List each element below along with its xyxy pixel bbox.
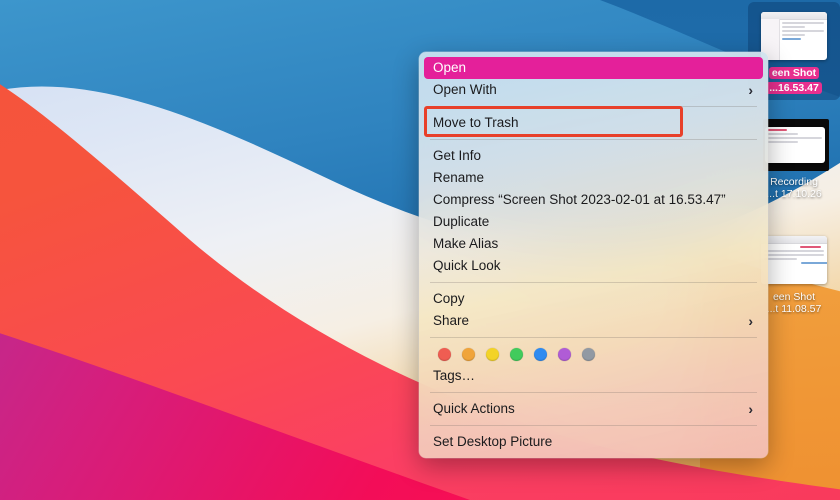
- menu-item-label: Share: [433, 313, 470, 328]
- desktop-icon-label-line1: Recording: [770, 176, 818, 188]
- menu-item-tags[interactable]: Tags…: [424, 365, 763, 387]
- menu-item-label: Quick Look: [433, 258, 501, 273]
- menu-item-quick-actions[interactable]: Quick Actions ›: [424, 398, 763, 420]
- tag-red-dot[interactable]: [438, 347, 451, 361]
- tag-green-dot[interactable]: [510, 347, 523, 361]
- desktop-screen: een Shot ...16.53.47 Recording ...t 17.1…: [0, 0, 840, 500]
- menu-item-label: Compress “Screen Shot 2023-02-01 at 16.5…: [433, 192, 726, 207]
- menu-item-label: Copy: [433, 291, 465, 306]
- desktop-icon-label-line2: ...16.53.47: [766, 82, 822, 94]
- menu-item-get-info[interactable]: Get Info: [424, 145, 763, 167]
- menu-item-share[interactable]: Share ›: [424, 310, 763, 332]
- menu-separator: [430, 425, 757, 426]
- menu-item-set-desktop-picture[interactable]: Set Desktop Picture: [424, 431, 763, 453]
- file-thumbnail-icon: [757, 117, 831, 173]
- menu-item-make-alias[interactable]: Make Alias: [424, 233, 763, 255]
- menu-item-label: Set Desktop Picture: [433, 434, 553, 449]
- menu-item-label: Move to Trash: [433, 115, 519, 130]
- menu-item-copy[interactable]: Copy: [424, 288, 763, 310]
- chevron-right-icon: ›: [748, 82, 753, 98]
- menu-separator: [430, 337, 757, 338]
- menu-separator: [430, 139, 757, 140]
- tag-yellow-dot[interactable]: [486, 347, 499, 361]
- menu-item-open[interactable]: Open: [424, 57, 763, 79]
- menu-item-compress[interactable]: Compress “Screen Shot 2023-02-01 at 16.5…: [424, 189, 763, 211]
- menu-item-label: Get Info: [433, 148, 482, 163]
- menu-separator: [430, 282, 757, 283]
- menu-item-label: Quick Actions: [433, 401, 515, 416]
- desktop-icon-label-line1: een Shot: [772, 291, 816, 303]
- menu-separator: [430, 392, 757, 393]
- menu-item-rename[interactable]: Rename: [424, 167, 763, 189]
- menu-item-label: Rename: [433, 170, 485, 185]
- chevron-right-icon: ›: [748, 401, 753, 417]
- file-thumbnail-icon: [757, 8, 831, 64]
- desktop-icon-label-line1: een Shot: [771, 67, 817, 79]
- tag-orange-dot[interactable]: [462, 347, 475, 361]
- menu-item-label: Duplicate: [433, 214, 490, 229]
- tag-gray-dot[interactable]: [582, 347, 595, 361]
- menu-item-open-with[interactable]: Open With ›: [424, 79, 763, 101]
- context-menu[interactable]: Open Open With › Move to Trash Get Info …: [419, 52, 768, 458]
- menu-item-duplicate[interactable]: Duplicate: [424, 211, 763, 233]
- file-thumbnail-icon: [757, 232, 831, 288]
- menu-item-quick-look[interactable]: Quick Look: [424, 255, 763, 277]
- menu-item-label: Open With: [433, 82, 497, 97]
- menu-item-label: Make Alias: [433, 236, 499, 251]
- menu-item-label: Open: [433, 60, 467, 75]
- menu-item-move-to-trash[interactable]: Move to Trash: [424, 112, 763, 134]
- chevron-right-icon: ›: [748, 313, 753, 329]
- tag-blue-dot[interactable]: [534, 347, 547, 361]
- tag-purple-dot[interactable]: [558, 347, 571, 361]
- menu-separator: [430, 106, 757, 107]
- menu-item-label: Tags…: [433, 368, 476, 383]
- tag-color-row[interactable]: [424, 343, 763, 365]
